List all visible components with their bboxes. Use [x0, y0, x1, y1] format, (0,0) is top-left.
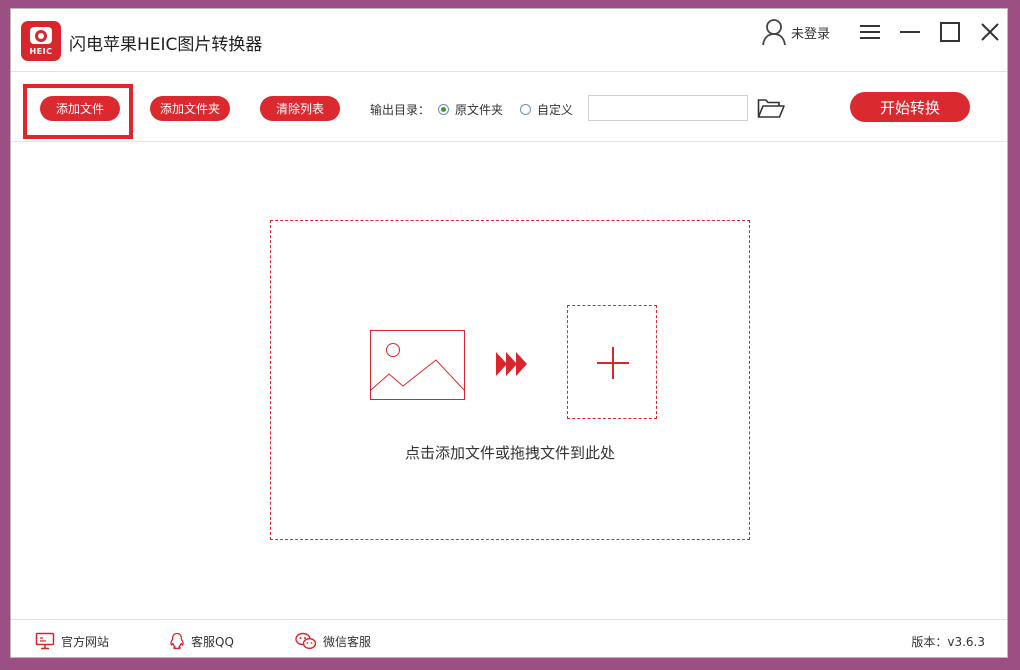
- menu-icon: [860, 25, 880, 39]
- qq-support-link[interactable]: 客服QQ: [169, 632, 234, 650]
- image-placeholder-icon: [370, 330, 465, 400]
- app-title: 闪电苹果HEIC图片转换器: [69, 35, 263, 55]
- wechat-support-link[interactable]: 微信客服: [295, 632, 371, 650]
- radio-custom-folder[interactable]: 自定义: [520, 101, 573, 118]
- minimize-icon: [900, 31, 920, 33]
- toolbar: 添加文件 添加文件夹 清除列表 输出目录： 原文件夹 自定义 开始转换: [11, 71, 1007, 142]
- folder-open-icon: [757, 99, 785, 118]
- official-website-link[interactable]: 官方网站: [35, 632, 109, 650]
- radio-original-label: 原文件夹: [455, 103, 504, 117]
- clear-list-button[interactable]: 清除列表: [260, 96, 340, 121]
- login-label: 未登录: [791, 26, 831, 42]
- version-text: 版本：v3.6.3: [911, 635, 985, 649]
- browse-folder-button[interactable]: [757, 97, 785, 119]
- add-folder-button[interactable]: 添加文件夹: [150, 96, 230, 121]
- add-target-box[interactable]: [567, 305, 657, 419]
- wechat-icon: [295, 632, 317, 650]
- login-button[interactable]: 未登录: [761, 17, 830, 47]
- close-icon: [981, 23, 999, 41]
- drop-zone[interactable]: 点击添加文件或拖拽文件到此处: [270, 220, 750, 540]
- radio-original-folder[interactable]: 原文件夹: [438, 101, 503, 118]
- minimize-button[interactable]: [896, 19, 924, 45]
- output-dir-label: 输出目录：: [370, 103, 431, 117]
- output-path-input[interactable]: [588, 95, 748, 121]
- radio-original-indicator: [438, 104, 449, 115]
- maximize-button[interactable]: [936, 19, 964, 45]
- radio-custom-indicator: [520, 104, 531, 115]
- radio-custom-label: 自定义: [537, 103, 574, 117]
- qq-support-label: 客服QQ: [191, 634, 234, 649]
- user-icon: [762, 19, 786, 46]
- qq-icon: [170, 632, 184, 650]
- app-logo-icon: HEIC: [21, 21, 61, 61]
- menu-button[interactable]: [856, 19, 884, 45]
- monitor-icon: [35, 632, 55, 650]
- maximize-icon: [940, 22, 960, 42]
- footer: 官方网站 客服QQ 微信客服 版本：v3.6.3: [11, 619, 1007, 660]
- app-logo-badge: HEIC: [29, 47, 53, 56]
- start-convert-button[interactable]: 开始转换: [850, 92, 970, 122]
- drop-hint-text: 点击添加文件或拖拽文件到此处: [404, 444, 615, 462]
- forward-arrows-icon: [496, 352, 527, 376]
- add-file-button[interactable]: 添加文件: [40, 96, 120, 121]
- wechat-support-label: 微信客服: [323, 634, 372, 649]
- title-bar: HEIC 闪电苹果HEIC图片转换器 未登录: [11, 9, 1007, 72]
- official-website-label: 官方网站: [61, 634, 110, 649]
- close-button[interactable]: [976, 19, 1004, 45]
- app-window: HEIC 闪电苹果HEIC图片转换器 未登录 添加文件 添加文件夹 清除列表 输…: [10, 8, 1008, 658]
